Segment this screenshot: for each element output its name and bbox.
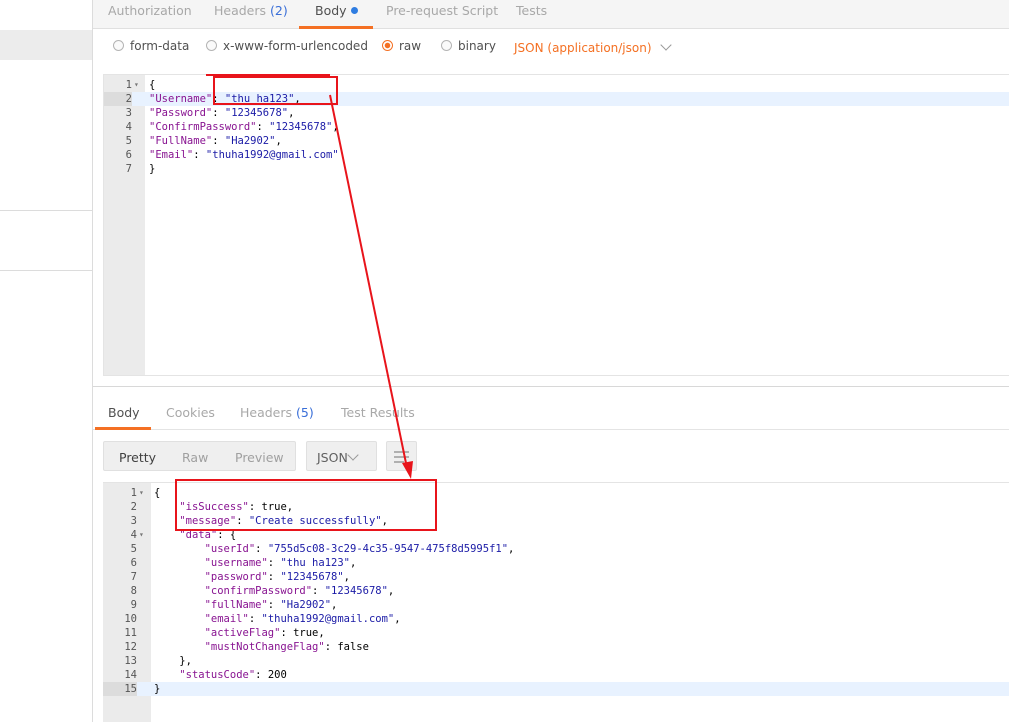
code-line: 7 "password": "12345678", [103,570,1009,584]
view-raw-button[interactable]: Raw [182,450,208,465]
line-number: 11 [124,627,137,639]
annotation-highlight-box-request [213,76,338,105]
tab-response-headers[interactable]: Headers (5) [240,405,314,420]
code-text: "statusCode": 200 [179,669,287,681]
tab-test-results[interactable]: Test Results [341,405,415,420]
tab-pre-request-script[interactable]: Pre-request Script [386,3,498,18]
code-text: { [154,487,161,499]
code-line: 8 "confirmPassword": "12345678", [103,584,1009,598]
line-number: 3 [130,515,137,527]
code-line: 3 "Password": "12345678", [104,106,1009,120]
code-line: 5 "userId": "755d5c08-3c29-4c35-9547-475… [103,542,1009,556]
code-text: } [154,683,161,695]
code-line: 11 "activeFlag": true, [103,626,1009,640]
line-number: 9 [130,599,137,611]
code-text: "confirmPassword": "12345678", [204,585,395,597]
code-line: 4 "ConfirmPassword": "12345678", [104,120,1009,134]
code-text: "FullName": "Ha2902", [149,135,282,147]
code-line: 6 "Email": "thuha1992@gmail.com" [104,148,1009,162]
radio-raw[interactable]: raw [382,39,421,53]
code-line: 9 "fullName": "Ha2902", [103,598,1009,612]
fold-arrow-icon[interactable]: ▾ [139,486,144,500]
annotation-highlight-box-response [175,479,437,531]
fold-arrow-icon[interactable]: ▾ [139,528,144,542]
line-number: 12 [124,641,137,653]
code-text: "password": "12345678", [204,571,350,583]
view-pretty-button[interactable]: Pretty [119,450,156,465]
sidebar-selected-item[interactable] [0,30,92,60]
line-number: 5 [130,543,137,555]
radio-selected-icon [382,40,393,51]
chevron-down-icon [659,39,672,51]
line-number: 2 [130,501,137,513]
pane-divider[interactable] [93,386,1009,387]
wrap-lines-button[interactable] [386,441,417,471]
radio-binary[interactable]: binary [441,39,496,53]
active-tab-indicator [299,26,373,29]
code-line: 6 "username": "thu ha123", [103,556,1009,570]
line-number: 1 [130,487,137,499]
radio-form-data[interactable]: form-data [113,39,189,53]
line-number: 5 [125,135,132,147]
line-number: 7 [125,163,132,175]
view-preview-button[interactable]: Preview [235,450,284,465]
chevron-down-icon [347,449,359,461]
code-text: "Email": "thuha1992@gmail.com" [149,149,339,161]
line-number: 2 [104,92,132,106]
line-number: 4 [130,529,137,541]
line-number: 6 [125,149,132,161]
format-dropdown[interactable]: JSON [306,441,377,471]
tab-cookies[interactable]: Cookies [166,405,215,420]
line-number: 3 [125,107,132,119]
code-text: "fullName": "Ha2902", [204,599,338,611]
sidebar-divider [0,210,92,211]
line-number: 6 [130,557,137,569]
body-type-selector: form-data x-www-form-urlencoded raw bina… [93,30,1009,65]
code-text: "Password": "12345678", [149,107,295,119]
response-tabs: Body Cookies Headers (5) Test Results [93,400,1009,430]
code-text: "username": "thu ha123", [204,557,357,569]
code-text: "activeFlag": true, [204,627,325,639]
line-number: 14 [124,669,137,681]
sidebar-divider [0,270,92,271]
line-number: 15 [103,682,137,696]
line-number: 13 [124,655,137,667]
code-text: "email": "thuha1992@gmail.com", [204,613,401,625]
view-mode-segmented-control: Pretty Raw Preview [103,441,296,471]
code-text: "mustNotChangeFlag": false [204,641,369,653]
line-number: 7 [130,571,137,583]
line-number: 4 [125,121,132,133]
active-tab-indicator [95,427,151,430]
tab-headers[interactable]: Headers (2) [214,3,288,18]
code-text: } [149,163,156,175]
code-text: }, [154,655,192,667]
code-text: { [149,79,156,91]
line-number: 1 [125,79,132,91]
tab-tests[interactable]: Tests [516,3,547,18]
code-line: 13 }, [103,654,1009,668]
radio-icon [206,40,217,51]
code-line: 12 "mustNotChangeFlag": false [103,640,1009,654]
tab-response-body[interactable]: Body [108,405,140,420]
line-number: 10 [124,613,137,625]
code-text: "userId": "755d5c08-3c29-4c35-9547-475f8… [204,543,515,555]
modified-dot-icon [350,7,358,14]
radio-x-www-form-urlencoded[interactable]: x-www-form-urlencoded [206,39,368,53]
code-line: 15} [103,682,1009,696]
fold-arrow-icon[interactable]: ▾ [134,78,139,92]
code-text: "ConfirmPassword": "12345678", [149,121,339,133]
code-line: 7} [104,162,1009,176]
request-body-editor[interactable]: 1 ▾{2 "Username": "thu ha123", 3 "Password":… [103,74,1009,376]
code-line: 10 "email": "thuha1992@gmail.com", [103,612,1009,626]
tab-authorization[interactable]: Authorization [108,3,192,18]
request-tabs: Authorization Headers (2) Body Pre-reque… [93,0,1009,29]
sidebar [0,0,93,722]
radio-icon [113,40,124,51]
line-number: 8 [130,585,137,597]
radio-icon [441,40,452,51]
content-type-dropdown[interactable]: JSON (application/json) [514,39,672,55]
tab-body[interactable]: Body [315,3,358,18]
code-line: 5 "FullName": "Ha2902", [104,134,1009,148]
code-line: 14 "statusCode": 200 [103,668,1009,682]
